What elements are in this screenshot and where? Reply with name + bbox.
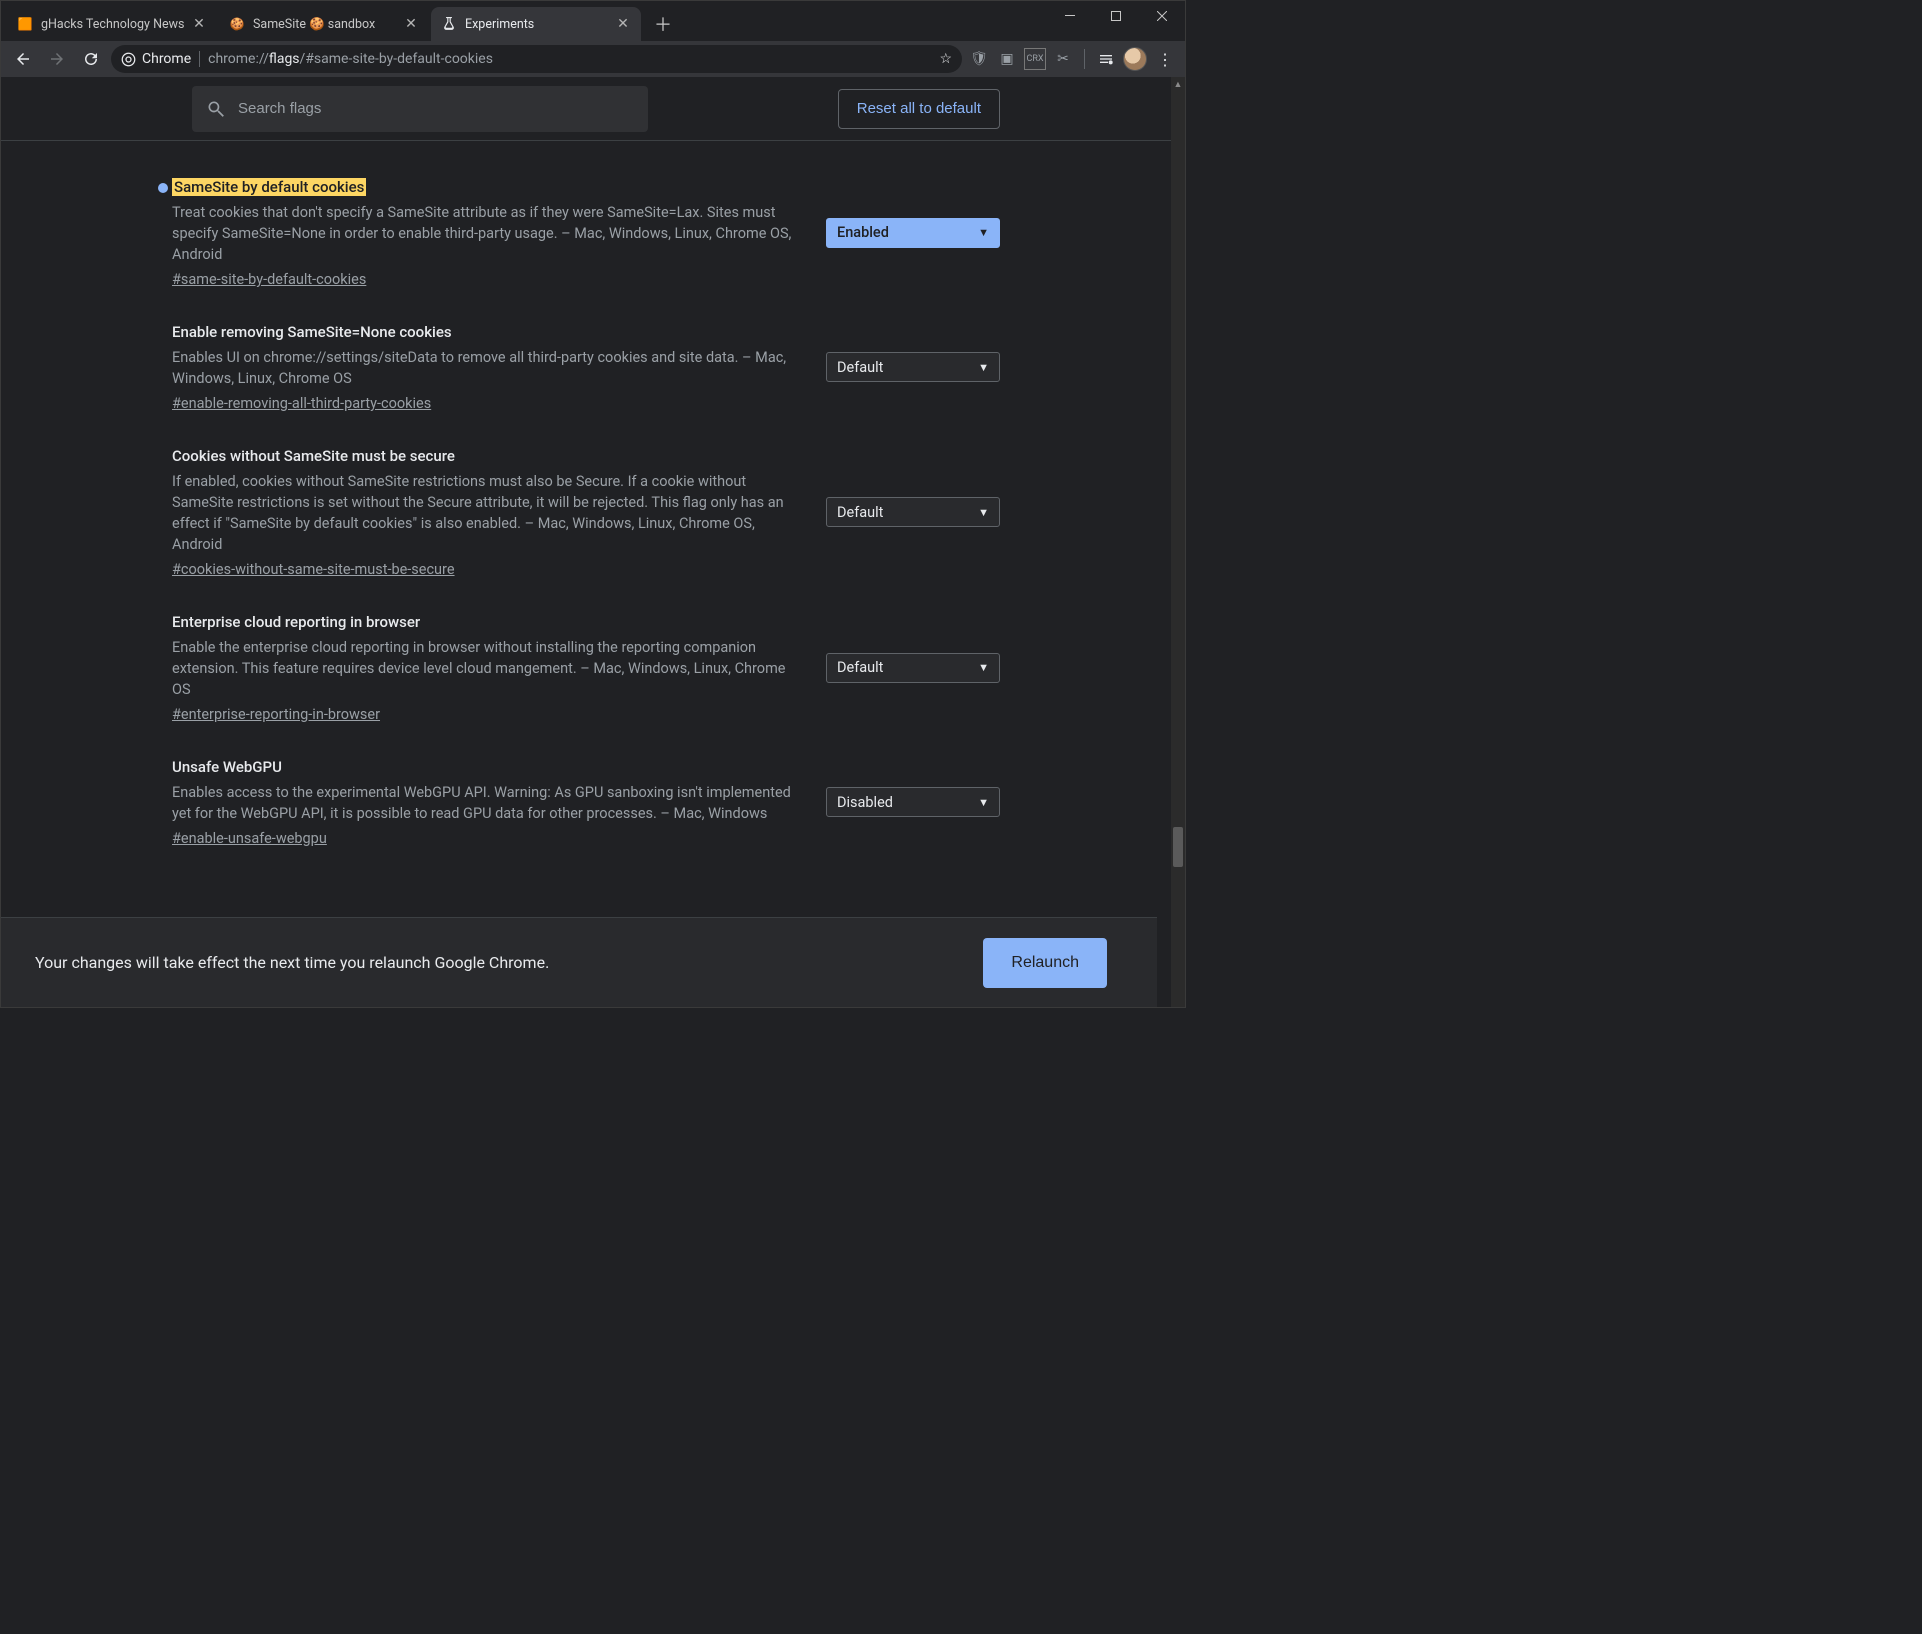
flag-row: Unsafe WebGPU Enables access to the exper… bbox=[172, 745, 1000, 869]
flag-state-value: Disabled bbox=[837, 794, 893, 811]
flag-anchor-link[interactable]: #enterprise-reporting-in-browser bbox=[172, 706, 380, 723]
close-icon[interactable]: ✕ bbox=[403, 16, 419, 32]
scissors-icon[interactable]: ✂ bbox=[1052, 48, 1074, 70]
flag-title: SameSite by default cookies bbox=[172, 178, 366, 196]
flag-anchor-link[interactable]: #cookies-without-same-site-must-be-secur… bbox=[172, 561, 455, 578]
tab-experiments[interactable]: Experiments ✕ bbox=[431, 7, 641, 41]
flag-row: Cookies without SameSite must be secure I… bbox=[172, 434, 1000, 600]
flag-state-value: Default bbox=[837, 359, 883, 376]
chrome-chip: Chrome bbox=[121, 51, 191, 67]
flag-body: SameSite by default cookies Treat cookies… bbox=[172, 177, 810, 288]
flags-list: SameSite by default cookies Treat cookies… bbox=[1, 141, 1171, 1007]
flag-title: Cookies without SameSite must be secure bbox=[172, 447, 455, 465]
chrome-icon bbox=[121, 52, 136, 67]
flag-state-select[interactable]: Default ▼ bbox=[826, 352, 1000, 382]
flag-description: Enable the enterprise cloud reporting in… bbox=[172, 637, 800, 700]
flag-state-select[interactable]: Enabled ▼ bbox=[826, 218, 1000, 248]
extension-box-icon[interactable]: ▣ bbox=[996, 48, 1018, 70]
flag-title: Enterprise cloud reporting in browser bbox=[172, 613, 420, 631]
chrome-chip-label: Chrome bbox=[142, 51, 191, 67]
flags-header: Reset all to default bbox=[1, 77, 1171, 141]
toolbar: Chrome chrome://flags/#same-site-by-defa… bbox=[1, 41, 1185, 77]
cookie-favicon-icon: 🍪 bbox=[229, 16, 245, 32]
back-button[interactable] bbox=[9, 45, 37, 73]
close-window-button[interactable] bbox=[1139, 1, 1185, 31]
flag-select-wrap: Disabled ▼ bbox=[826, 787, 1000, 817]
flask-favicon-icon bbox=[441, 16, 457, 32]
flag-state-select[interactable]: Disabled ▼ bbox=[826, 787, 1000, 817]
search-flags-input[interactable] bbox=[238, 100, 634, 117]
scroll-up-arrow-icon[interactable]: ▲ bbox=[1171, 77, 1185, 91]
toolbar-separator bbox=[1084, 49, 1085, 69]
forward-button[interactable] bbox=[43, 45, 71, 73]
relaunch-button[interactable]: Relaunch bbox=[983, 938, 1107, 988]
tab-samesite-sandbox[interactable]: 🍪 SameSite 🍪 sandbox ✕ bbox=[219, 7, 429, 41]
flag-select-wrap: Default ▼ bbox=[826, 653, 1000, 683]
profile-avatar[interactable] bbox=[1123, 47, 1147, 71]
media-control-icon[interactable] bbox=[1095, 48, 1117, 70]
flag-description: Treat cookies that don't specify a SameS… bbox=[172, 202, 800, 265]
tab-label: gHacks Technology News bbox=[41, 17, 191, 32]
flag-title: Unsafe WebGPU bbox=[172, 758, 282, 776]
relaunch-banner: Your changes will take effect the next t… bbox=[1, 917, 1157, 1007]
flag-state-select[interactable]: Default ▼ bbox=[826, 653, 1000, 683]
flag-description: Enables access to the experimental WebGP… bbox=[172, 782, 800, 824]
modified-dot-icon bbox=[158, 183, 168, 193]
tab-label: Experiments bbox=[465, 17, 615, 32]
page-viewport: Reset all to default SameSite by default… bbox=[1, 77, 1171, 1007]
flag-state-value: Default bbox=[837, 659, 883, 676]
minimize-button[interactable] bbox=[1047, 1, 1093, 31]
reload-button[interactable] bbox=[77, 45, 105, 73]
flag-anchor-link[interactable]: #enable-removing-all-third-party-cookies bbox=[172, 395, 431, 412]
search-icon bbox=[206, 99, 226, 119]
vertical-scrollbar[interactable]: ▲ bbox=[1171, 77, 1185, 1007]
flag-body: Cookies without SameSite must be secure I… bbox=[172, 446, 810, 578]
chevron-down-icon: ▼ bbox=[978, 506, 989, 519]
chevron-down-icon: ▼ bbox=[978, 796, 989, 809]
flag-description: If enabled, cookies without SameSite res… bbox=[172, 471, 800, 555]
flag-body: Unsafe WebGPU Enables access to the exper… bbox=[172, 757, 810, 847]
search-flags-box[interactable] bbox=[192, 86, 648, 132]
flag-select-wrap: Default ▼ bbox=[826, 352, 1000, 382]
flag-row: Enable removing SameSite=None cookies Ena… bbox=[172, 310, 1000, 434]
ublock-icon[interactable]: 🛡 bbox=[968, 48, 990, 70]
flag-select-wrap: Enabled ▼ bbox=[826, 218, 1000, 248]
tab-ghacks[interactable]: 🟧 gHacks Technology News ✕ bbox=[7, 7, 217, 41]
maximize-button[interactable] bbox=[1093, 1, 1139, 31]
flag-state-value: Enabled bbox=[837, 224, 889, 241]
relaunch-message: Your changes will take effect the next t… bbox=[35, 953, 549, 972]
flag-title: Enable removing SameSite=None cookies bbox=[172, 323, 452, 341]
flag-state-select[interactable]: Default ▼ bbox=[826, 497, 1000, 527]
browser-window: 🟧 gHacks Technology News ✕ 🍪 SameSite 🍪 … bbox=[0, 0, 1186, 1008]
flag-row: SameSite by default cookies Treat cookies… bbox=[172, 165, 1000, 310]
flag-body: Enterprise cloud reporting in browser Ena… bbox=[172, 612, 810, 723]
omnibox-separator bbox=[199, 51, 200, 67]
extension-icons: 🛡 ▣ CRX ✂ ⋮ bbox=[968, 47, 1177, 71]
crx-icon[interactable]: CRX bbox=[1024, 48, 1046, 70]
url-text: chrome://flags/#same-site-by-default-coo… bbox=[208, 51, 931, 67]
address-bar[interactable]: Chrome chrome://flags/#same-site-by-defa… bbox=[111, 45, 962, 73]
tab-label: SameSite 🍪 sandbox bbox=[253, 17, 403, 32]
window-controls bbox=[1047, 1, 1185, 41]
flag-anchor-link[interactable]: #enable-unsafe-webgpu bbox=[172, 830, 327, 847]
chevron-down-icon: ▼ bbox=[978, 661, 989, 674]
tabstrip: 🟧 gHacks Technology News ✕ 🍪 SameSite 🍪 … bbox=[1, 1, 1047, 41]
flag-anchor-link[interactable]: #same-site-by-default-cookies bbox=[172, 271, 366, 288]
flag-state-value: Default bbox=[837, 504, 883, 521]
scrollbar-thumb[interactable] bbox=[1173, 827, 1183, 867]
chevron-down-icon: ▼ bbox=[978, 226, 989, 239]
flag-body: Enable removing SameSite=None cookies Ena… bbox=[172, 322, 810, 412]
flag-description: Enables UI on chrome://settings/siteData… bbox=[172, 347, 800, 389]
reset-all-button[interactable]: Reset all to default bbox=[838, 89, 1000, 129]
flag-select-wrap: Default ▼ bbox=[826, 497, 1000, 527]
chevron-down-icon: ▼ bbox=[978, 361, 989, 374]
flag-row: Enterprise cloud reporting in browser Ena… bbox=[172, 600, 1000, 745]
bookmark-star-icon[interactable]: ☆ bbox=[939, 51, 952, 67]
new-tab-button[interactable]: ＋ bbox=[649, 10, 677, 38]
titlebar: 🟧 gHacks Technology News ✕ 🍪 SameSite 🍪 … bbox=[1, 1, 1185, 41]
close-icon[interactable]: ✕ bbox=[191, 16, 207, 32]
ghacks-favicon-icon: 🟧 bbox=[17, 16, 33, 32]
close-icon[interactable]: ✕ bbox=[615, 16, 631, 32]
kebab-menu-icon[interactable]: ⋮ bbox=[1153, 47, 1177, 71]
